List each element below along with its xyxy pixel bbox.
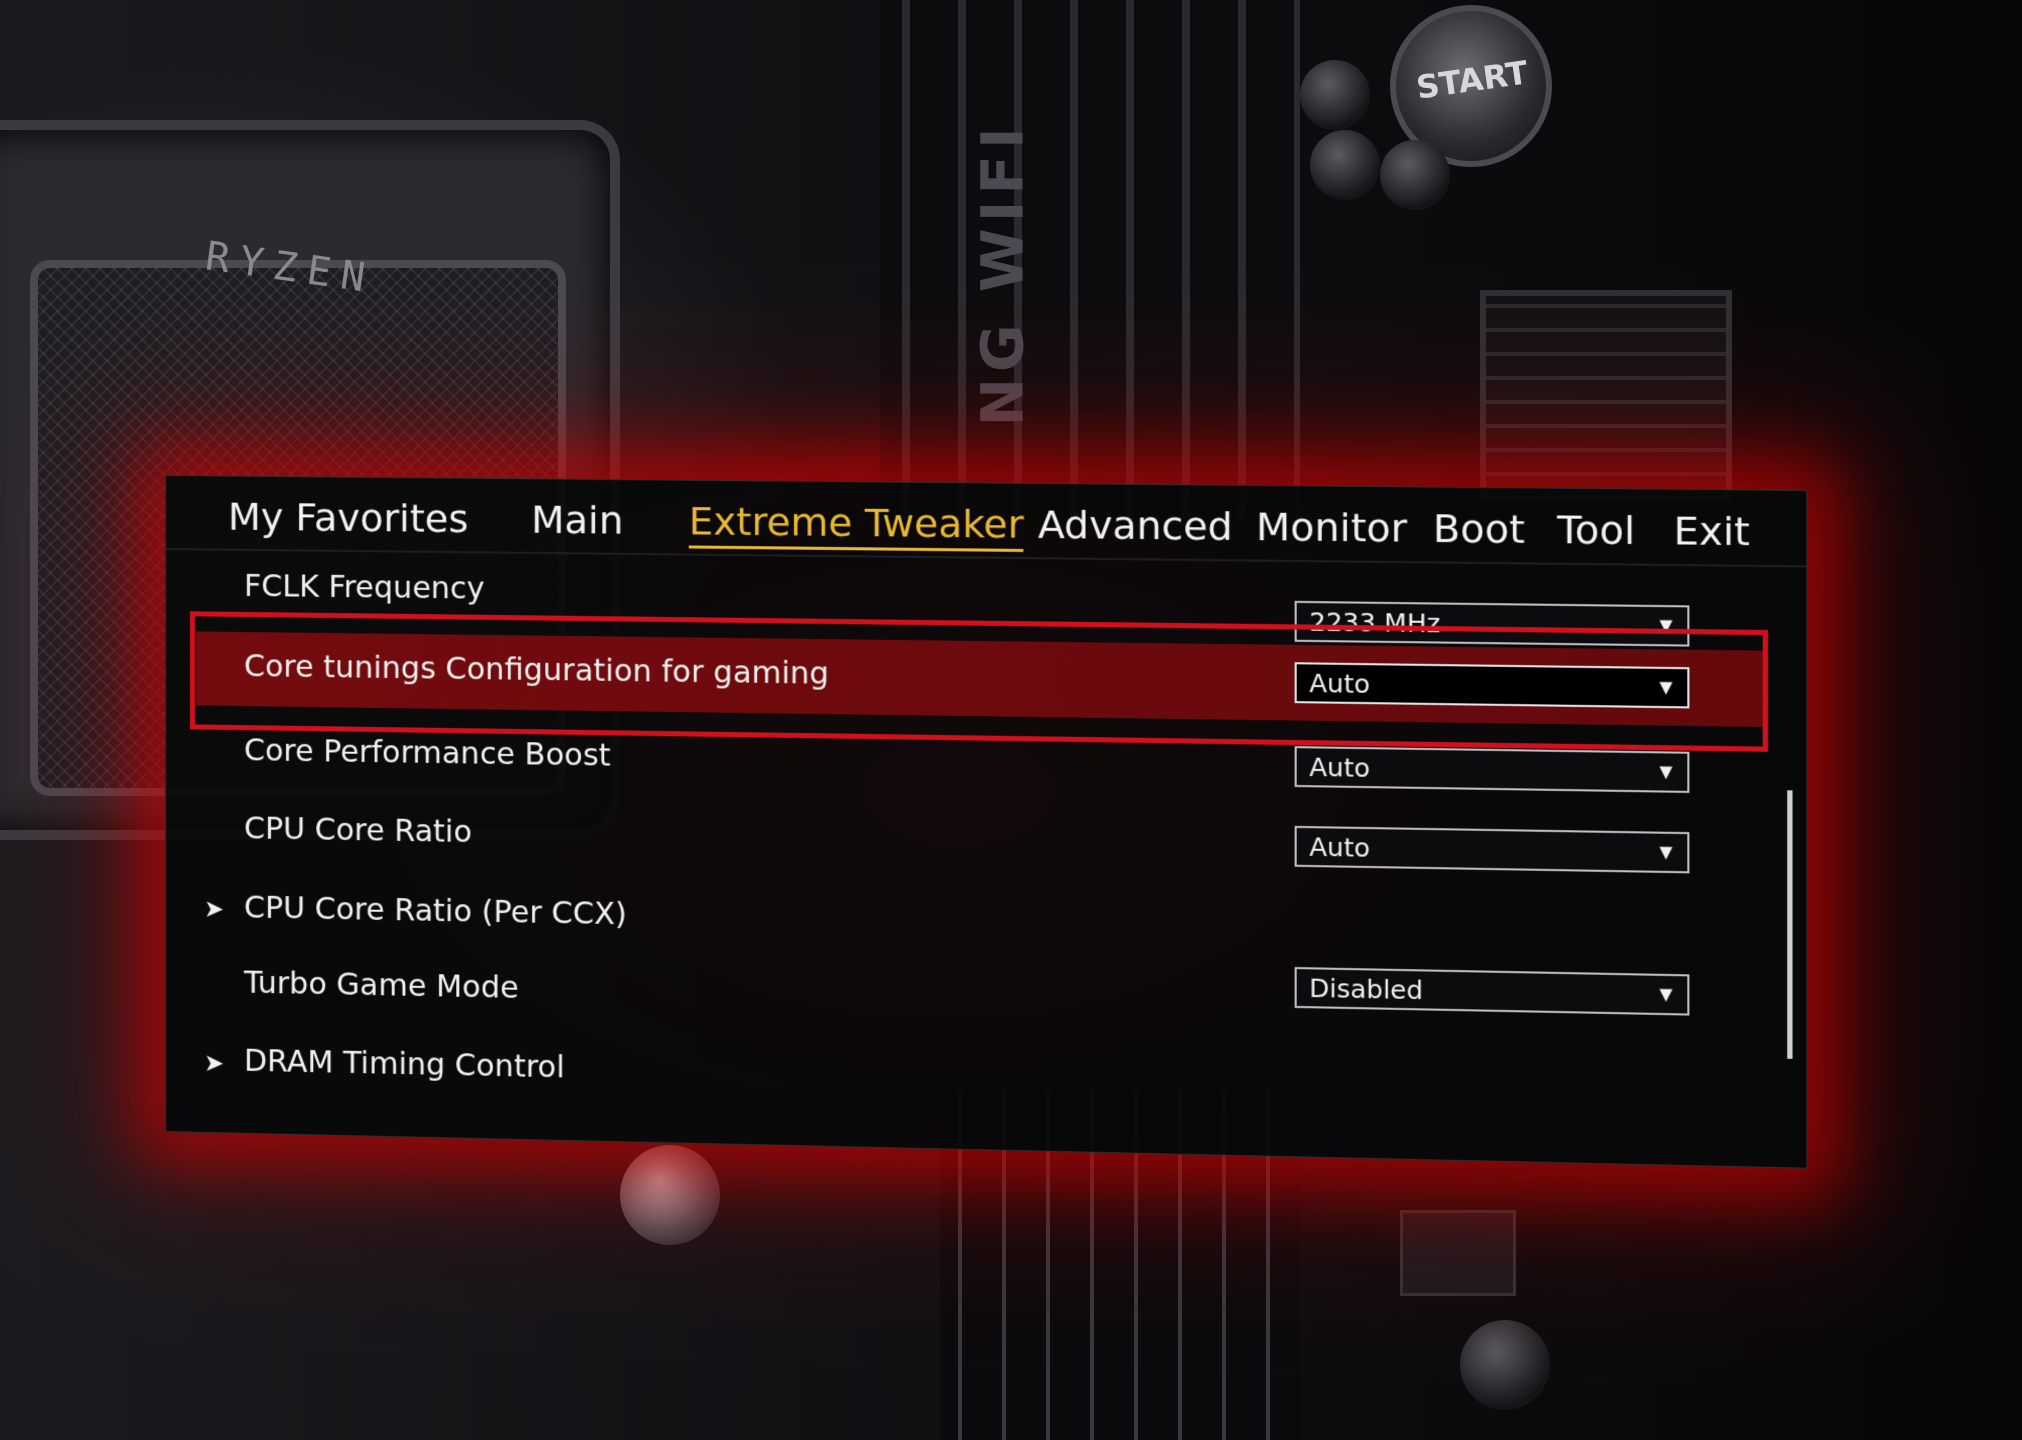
tab-tool[interactable]: Tool (1557, 507, 1635, 553)
turbo-game-mode-value: Disabled (1309, 973, 1423, 1005)
core-performance-boost-value: Auto (1309, 752, 1370, 783)
chevron-right-icon: ➤ (204, 1049, 224, 1077)
capacitor (1460, 1320, 1550, 1410)
caret-down-icon: ▼ (1659, 984, 1672, 1004)
io-ports (1480, 290, 1732, 502)
tab-advanced[interactable]: Advanced (1038, 502, 1233, 549)
scrollbar[interactable] (1787, 790, 1792, 1059)
dimm-slots (880, 0, 1300, 520)
bios-tab-bar: My Favorites Main Extreme Tweaker Advanc… (166, 476, 1806, 567)
setting-label-turbo-game-mode: Turbo Game Mode (244, 965, 519, 1005)
caret-down-icon: ▼ (1659, 842, 1672, 862)
turbo-game-mode-select[interactable]: Disabled ▼ (1295, 967, 1690, 1016)
chevron-right-icon: ➤ (204, 895, 224, 923)
capacitor (1380, 140, 1450, 210)
tab-main[interactable]: Main (531, 497, 623, 542)
capacitor (1310, 130, 1380, 200)
setting-label-fclk-frequency: FCLK Frequency (244, 569, 485, 607)
tab-my-favorites[interactable]: My Favorites (228, 495, 468, 542)
caret-down-icon: ▼ (1659, 762, 1672, 782)
m2-screw (620, 1145, 720, 1245)
cpu-core-ratio-select[interactable]: Auto ▼ (1295, 826, 1690, 873)
start-button-label: START (1414, 53, 1530, 106)
tab-extreme-tweaker[interactable]: Extreme Tweaker (689, 499, 1024, 552)
setting-label-core-performance-boost: Core Performance Boost (244, 733, 611, 774)
core-performance-boost-select[interactable]: Auto ▼ (1295, 746, 1690, 793)
board-chip (1400, 1210, 1516, 1296)
tab-monitor[interactable]: Monitor (1256, 504, 1407, 551)
tab-boot[interactable]: Boot (1433, 506, 1525, 552)
submenu-cpu-core-ratio-per-ccx[interactable]: CPU Core Ratio (Per CCX) (244, 890, 627, 932)
cpu-core-ratio-value: Auto (1309, 832, 1370, 863)
bios-panel: My Favorites Main Extreme Tweaker Advanc… (165, 475, 1807, 1169)
capacitor (1300, 60, 1370, 130)
submenu-dram-timing-control[interactable]: DRAM Timing Control (244, 1044, 565, 1086)
callout-highlight-frame (190, 611, 1768, 752)
setting-label-cpu-core-ratio: CPU Core Ratio (244, 811, 472, 850)
board-wifi-text: NG WIFI (969, 121, 1037, 426)
tab-exit[interactable]: Exit (1674, 508, 1750, 554)
